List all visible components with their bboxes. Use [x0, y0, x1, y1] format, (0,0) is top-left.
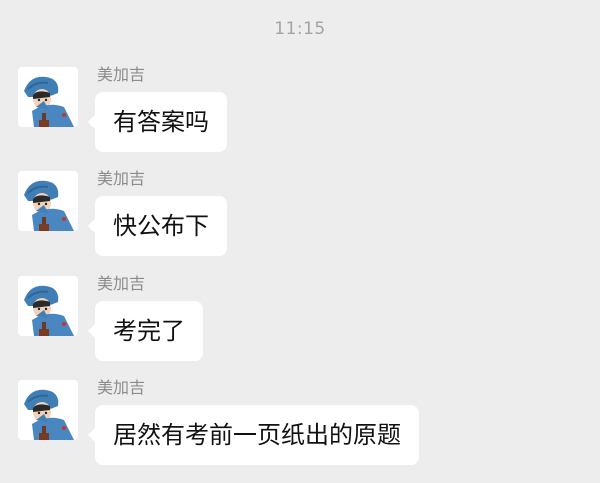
- message-bubble[interactable]: 考完了: [88, 301, 203, 361]
- avatar-icon[interactable]: [18, 380, 78, 440]
- message-bubble[interactable]: 居然有考前一页纸出的原题: [88, 405, 419, 465]
- avatar-icon[interactable]: [18, 67, 78, 127]
- message-bubble[interactable]: 快公布下: [88, 196, 227, 256]
- sender-name: 美加吉: [97, 274, 146, 293]
- avatar-icon[interactable]: [18, 171, 78, 231]
- message-bubble[interactable]: 有答案吗: [88, 92, 227, 152]
- sender-name: 美加吉: [97, 65, 146, 84]
- avatar-icon[interactable]: [18, 276, 78, 336]
- sender-name: 美加吉: [97, 169, 146, 188]
- sender-name: 美加吉: [97, 378, 146, 397]
- timestamp: 11:15: [274, 19, 326, 39]
